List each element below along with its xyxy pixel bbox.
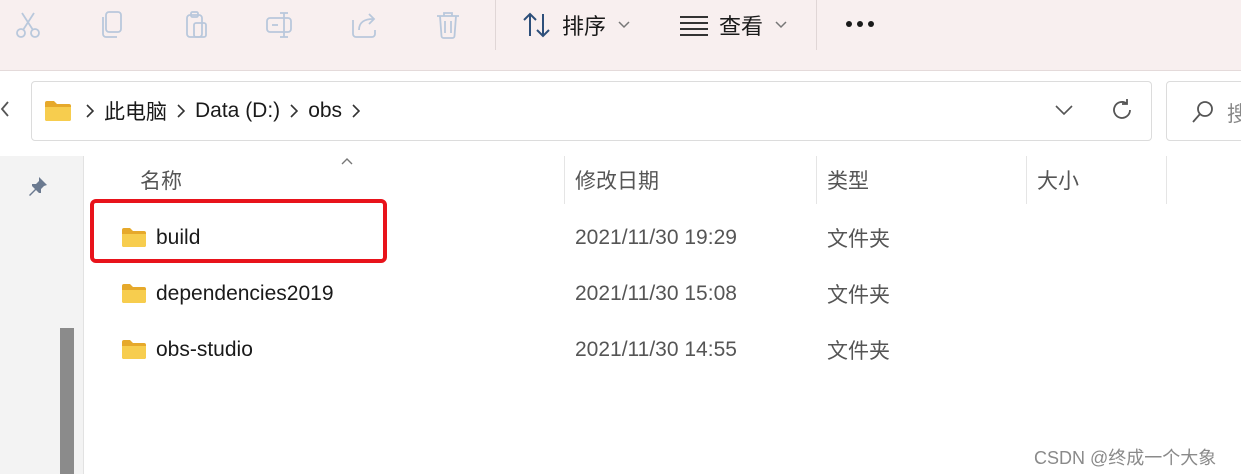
more-options-button[interactable]: [843, 6, 877, 42]
sort-button[interactable]: 排序: [522, 6, 630, 44]
sort-icon: [523, 12, 550, 38]
refresh-icon[interactable]: [1110, 97, 1134, 123]
folder-icon: [122, 284, 146, 303]
column-name[interactable]: 名称: [140, 156, 182, 204]
watermark: CSDN @终成一个大象: [1034, 448, 1217, 468]
view-lines-icon: [680, 16, 708, 36]
breadcrumb: 此电脑 Data (D:) obs: [44, 82, 361, 140]
chevron-right-icon[interactable]: [86, 104, 94, 118]
folder-icon: [122, 340, 146, 359]
address-bar[interactable]: 此电脑 Data (D:) obs: [31, 81, 1152, 141]
chevron-left-icon[interactable]: [0, 100, 10, 118]
search-icon: [1192, 101, 1213, 123]
highlight-annotation: [90, 199, 387, 263]
breadcrumb-item-this-pc[interactable]: 此电脑: [104, 96, 167, 126]
column-divider[interactable]: [1026, 156, 1027, 204]
file-row[interactable]: dependencies2019 2021/11/30 15:08 文件夹: [84, 266, 1241, 322]
file-date-modified: 2021/11/30 19:29: [575, 226, 737, 249]
file-date-modified: 2021/11/30 15:08: [575, 282, 737, 305]
sort-label: 排序: [562, 14, 607, 39]
toolbar-separator: [495, 0, 496, 50]
navigation-pane: [0, 156, 84, 474]
column-divider[interactable]: [564, 156, 565, 204]
file-date-modified: 2021/11/30 14:55: [575, 338, 737, 361]
chevron-down-icon[interactable]: [1054, 96, 1074, 126]
more-icon: [846, 21, 874, 27]
file-type: 文件夹: [827, 340, 890, 363]
cut-icon[interactable]: [11, 8, 45, 42]
column-type[interactable]: 类型: [827, 156, 869, 204]
share-icon[interactable]: [347, 8, 381, 42]
copy-icon[interactable]: [95, 8, 129, 42]
chevron-down-icon: [618, 21, 630, 29]
file-row[interactable]: obs-studio 2021/11/30 14:55 文件夹: [84, 322, 1241, 378]
breadcrumb-item-data-drive[interactable]: Data (D:): [195, 99, 280, 123]
file-type: 文件夹: [827, 228, 890, 251]
column-divider[interactable]: [816, 156, 817, 204]
scrollbar-thumb[interactable]: [60, 328, 74, 474]
sort-ascending-icon: [341, 158, 353, 165]
file-name[interactable]: dependencies2019: [156, 266, 334, 322]
column-divider[interactable]: [1166, 156, 1167, 204]
view-label: 查看: [719, 14, 764, 39]
column-size[interactable]: 大小: [1037, 156, 1079, 204]
delete-icon[interactable]: [431, 8, 465, 42]
chevron-right-icon[interactable]: [352, 104, 361, 118]
rename-icon[interactable]: [263, 8, 297, 42]
folder-icon: [45, 101, 71, 121]
column-date-modified[interactable]: 修改日期: [575, 156, 659, 204]
column-header: 名称 修改日期 类型 大小: [84, 156, 1241, 204]
chevron-right-icon[interactable]: [290, 104, 299, 118]
view-button[interactable]: 查看: [679, 6, 787, 44]
chevron-right-icon[interactable]: [177, 104, 185, 118]
search-placeholder: 搜: [1227, 103, 1241, 126]
breadcrumb-item-obs[interactable]: obs: [308, 99, 342, 123]
chevron-down-icon: [775, 21, 787, 29]
search-box[interactable]: 搜: [1166, 81, 1241, 141]
file-name[interactable]: obs-studio: [156, 322, 253, 378]
paste-icon[interactable]: [179, 8, 213, 42]
command-bar: 排序 查看: [0, 0, 1241, 71]
pin-icon[interactable]: [28, 176, 48, 196]
toolbar-separator: [816, 0, 817, 50]
file-type: 文件夹: [827, 284, 890, 307]
